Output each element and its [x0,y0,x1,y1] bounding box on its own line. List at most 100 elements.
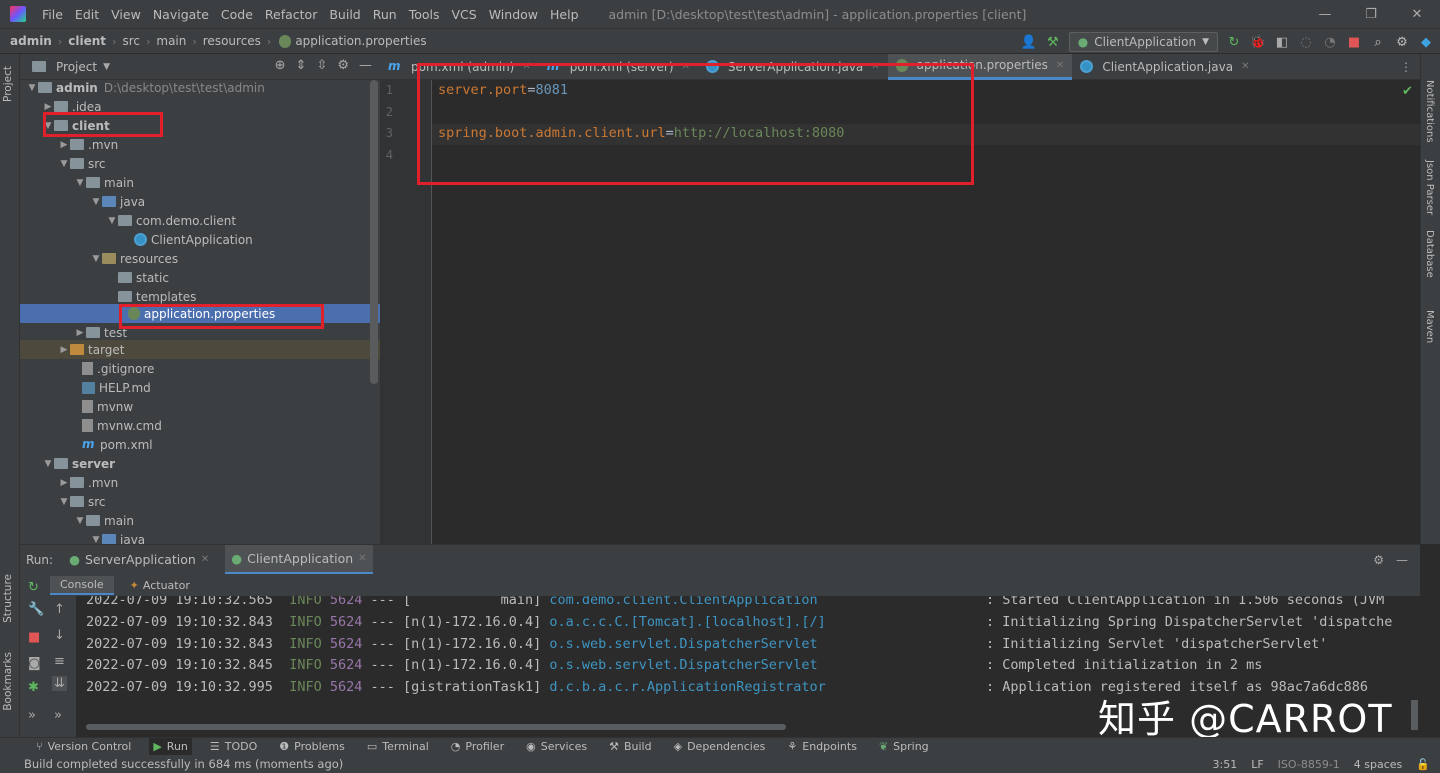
menu-code[interactable]: Code [215,7,259,22]
camera-icon[interactable]: ◙ [28,656,41,671]
search-icon[interactable]: ⌕ [1370,34,1386,50]
tree-item-server-main[interactable]: ▼ main [20,511,380,530]
soft-wrap-icon[interactable]: ≡ [54,654,65,669]
rerun-icon[interactable]: ↻ [28,580,39,595]
breadcrumb-src[interactable]: src [122,34,140,48]
build-hammer-icon[interactable]: ⚒ [1045,34,1061,50]
tree-item-help-md[interactable]: HELP.md [20,378,380,397]
tab-application-properties[interactable]: application.properties ✕ [887,53,1073,80]
breadcrumb-main[interactable]: main [156,34,186,48]
tool-tab-structure[interactable]: Structure [2,574,14,623]
tree-item-application-properties[interactable]: application.properties [20,304,380,323]
tree-item-package[interactable]: ▼ com.demo.client [20,211,380,230]
file-encoding[interactable]: ISO-8859-1 [1278,758,1340,771]
debug-icon[interactable]: 🐞 [1250,34,1266,50]
subtab-console[interactable]: Console [50,575,114,595]
minimize-icon[interactable]: — [1302,0,1348,28]
menu-navigate[interactable]: Navigate [147,7,215,22]
tree-item-resources[interactable]: ▼ resources [20,249,380,268]
menu-refactor[interactable]: Refactor [259,7,323,22]
tool-tab-dependencies[interactable]: ◈ Dependencies [670,738,770,756]
run-tab-client-application[interactable]: ● ClientApplication ✕ [225,544,373,575]
tree-item-server[interactable]: ▼ server [20,454,380,473]
tree-item-static[interactable]: static [20,268,380,287]
tree-item-java[interactable]: ▼ java [20,192,380,211]
close-tab-icon[interactable]: ✕ [1241,61,1249,72]
menu-tools[interactable]: Tools [403,7,446,22]
expand-all-icon[interactable]: ⇕ [296,58,307,73]
breadcrumb-client[interactable]: client [68,34,106,48]
tool-tab-run[interactable]: ▶ Run [149,737,192,756]
menu-window[interactable]: Window [483,7,544,22]
menu-help[interactable]: Help [544,7,585,22]
close-tab-icon[interactable]: ✕ [522,61,530,72]
tree-item-src[interactable]: ▼ src [20,154,380,173]
user-icon[interactable]: 👤 [1021,34,1037,50]
more-run-icon[interactable]: ◔ [1322,34,1338,50]
more-icon[interactable]: » [54,708,62,723]
settings-gear-icon[interactable]: ⚙ [1394,34,1410,50]
hide-panel-icon[interactable]: — [1396,553,1408,567]
tree-item-server-mvn[interactable]: ▶ .mvn [20,473,380,492]
more-tabs-icon[interactable]: ⋮ [1400,60,1412,74]
wrench-icon[interactable]: 🔧 [28,602,44,617]
tab-client-application[interactable]: ClientApplication.java ✕ [1072,54,1257,80]
subtab-actuator[interactable]: ✦ Actuator [130,579,190,592]
tree-item-server-src[interactable]: ▼ src [20,492,380,511]
tree-item-client-application[interactable]: ClientApplication [20,230,380,249]
scroll-up-icon[interactable]: ↑ [54,602,65,617]
tool-tab-services[interactable]: ◉ Services [522,738,591,756]
tool-tab-terminal[interactable]: ▭ Terminal [363,738,433,756]
close-icon[interactable]: ✕ [1394,0,1440,28]
gear-icon[interactable]: ⚙ [337,58,349,73]
caret-position[interactable]: 3:51 [1213,758,1238,771]
project-panel-title[interactable]: Project [56,60,97,74]
close-tab-icon[interactable]: ✕ [358,553,366,564]
rerun-icon[interactable]: ↻ [1226,34,1242,50]
stop-icon[interactable]: ■ [28,630,40,645]
menu-view[interactable]: View [105,7,147,22]
toolbox-icon[interactable]: ◆ [1418,34,1434,50]
tool-tab-version-control[interactable]: ⑂ Version Control [32,738,135,756]
lock-icon[interactable]: 🔓 [1416,758,1430,771]
tree-item-admin[interactable]: ▼ admin D:\desktop\test\test\admin [20,78,380,97]
menu-vcs[interactable]: VCS [446,7,483,22]
scroll-down-icon[interactable]: ↓ [54,628,65,643]
coverage-icon[interactable]: ◧ [1274,34,1290,50]
maximize-icon[interactable]: ❐ [1348,0,1394,28]
tree-item-mvn[interactable]: ▶ .mvn [20,135,380,154]
close-tab-icon[interactable]: ✕ [201,554,209,565]
scroll-to-end-icon[interactable]: ⇊ [52,676,67,691]
tree-item-mvnw-cmd[interactable]: mvnw.cmd [20,416,380,435]
status-message[interactable]: Build completed successfully in 684 ms (… [24,757,343,771]
tab-pom-server[interactable]: m pom.xml (server) ✕ [539,54,698,80]
breadcrumb-resources[interactable]: resources [203,34,261,48]
run-config-select[interactable]: ● ClientApplication ▼ [1068,32,1218,52]
tool-tab-endpoints[interactable]: ⚘ Endpoints [783,738,861,756]
tool-tab-maven[interactable]: Maven [1424,310,1435,343]
tree-item-client[interactable]: ▼ client [20,116,380,135]
tool-tab-todo[interactable]: ☰ TODO [206,738,261,756]
tool-tab-spring[interactable]: ❦ Spring [875,738,933,756]
tool-tab-notifications[interactable]: Notifications [1424,80,1435,143]
menu-build[interactable]: Build [323,7,366,22]
breadcrumb-admin[interactable]: admin [10,34,52,48]
console-horizontal-scrollbar[interactable] [86,724,786,730]
tab-pom-admin[interactable]: m pom.xml (admin) ✕ [380,54,539,80]
tree-scrollbar[interactable] [370,80,378,384]
tree-item-target[interactable]: ▶ target [20,340,380,359]
tree-item-gitignore[interactable]: .gitignore [20,359,380,378]
code-editor[interactable]: server.port=8081 spring.boot.admin.clien… [432,80,1420,544]
run-tab-server-application[interactable]: ● ServerApplication ✕ [63,545,215,575]
tool-tab-database[interactable]: Database [1424,230,1435,278]
tool-tab-bookmarks[interactable]: Bookmarks [2,652,14,711]
close-tab-icon[interactable]: ✕ [682,61,690,72]
menu-run[interactable]: Run [367,7,403,22]
indent-setting[interactable]: 4 spaces [1354,758,1403,771]
line-separator[interactable]: LF [1251,758,1263,771]
menu-file[interactable]: File [36,7,69,22]
more-icon[interactable]: » [28,708,36,723]
breadcrumb-file[interactable]: application.properties [295,34,426,48]
profile-icon[interactable]: ◌ [1298,34,1314,50]
tree-item-idea[interactable]: ▶ .idea [20,97,380,116]
